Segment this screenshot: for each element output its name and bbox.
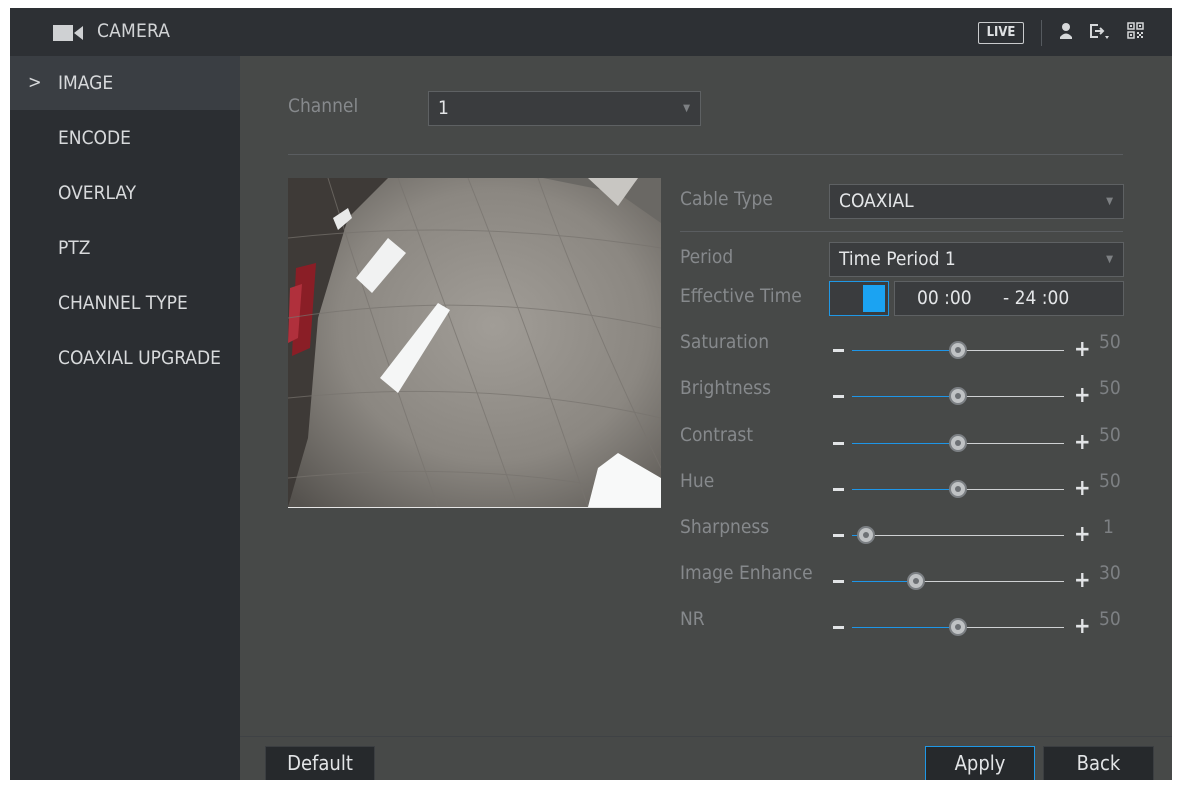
- camera-settings-window: CAMERA LIVE > IMAGE ENCODE OVERLAY PTZ C…: [10, 8, 1172, 780]
- sidebar-item-encode[interactable]: ENCODE: [10, 111, 240, 165]
- cable-type-value: COAXIAL: [839, 190, 914, 212]
- sidebar-item-coaxial-upgrade[interactable]: COAXIAL UPGRADE: [10, 331, 240, 385]
- sidebar-item-ptz[interactable]: PTZ: [10, 221, 240, 275]
- top-bar: CAMERA LIVE: [10, 8, 1172, 56]
- slider-value: 50: [1099, 608, 1121, 630]
- sidebar-item-label: COAXIAL UPGRADE: [58, 347, 221, 369]
- increase-button[interactable]: +: [1074, 616, 1091, 638]
- sidebar-item-label: CHANNEL TYPE: [58, 292, 188, 314]
- decrease-button[interactable]: [833, 488, 844, 491]
- cable-type-select[interactable]: COAXIAL ▼: [829, 184, 1124, 219]
- increase-button[interactable]: +: [1074, 432, 1091, 454]
- decrease-button[interactable]: [833, 626, 844, 629]
- effective-time-range[interactable]: 00 :00 - 24 :00: [894, 281, 1124, 316]
- slider-fill: [852, 350, 958, 351]
- divider: [680, 231, 1123, 232]
- sidebar-item-label: ENCODE: [58, 127, 131, 149]
- footer-divider: [240, 736, 1172, 737]
- period-label: Period: [680, 246, 734, 268]
- decrease-button[interactable]: [833, 534, 844, 537]
- decrease-button[interactable]: [833, 442, 844, 445]
- chevron-down-icon: ▼: [1106, 196, 1113, 207]
- qr-code-icon[interactable]: [1127, 22, 1144, 39]
- slider-label: Brightness: [680, 377, 772, 399]
- sidebar-item-label: IMAGE: [58, 72, 114, 94]
- camera-preview: [288, 178, 661, 507]
- sidebar-item-channel-type[interactable]: CHANNEL TYPE: [10, 276, 240, 330]
- slider-label: Contrast: [680, 424, 754, 446]
- toggle-knob: [863, 285, 885, 312]
- slider-track[interactable]: [852, 535, 1064, 536]
- slider-value: 50: [1099, 470, 1121, 492]
- increase-button[interactable]: +: [1074, 524, 1091, 546]
- default-button[interactable]: Default: [265, 746, 375, 780]
- effective-time-end[interactable]: - 24 :00: [1003, 282, 1069, 315]
- effective-time-label: Effective Time: [680, 285, 802, 307]
- slider-value: 30: [1099, 562, 1121, 584]
- channel-label: Channel: [288, 95, 359, 117]
- increase-button[interactable]: +: [1074, 339, 1091, 361]
- increase-button[interactable]: +: [1074, 478, 1091, 500]
- sidebar-item-label: OVERLAY: [58, 182, 137, 204]
- slider-value: 50: [1099, 331, 1121, 353]
- slider-thumb[interactable]: [949, 387, 967, 405]
- slider-fill: [852, 396, 958, 397]
- period-value: Time Period 1: [839, 248, 956, 270]
- apply-button[interactable]: Apply: [925, 746, 1035, 780]
- period-select[interactable]: Time Period 1 ▼: [829, 242, 1124, 277]
- cable-type-label: Cable Type: [680, 188, 773, 210]
- slider-thumb[interactable]: [949, 341, 967, 359]
- slider-fill: [852, 443, 958, 444]
- slider-fill: [852, 489, 958, 490]
- logout-icon[interactable]: [1089, 22, 1111, 42]
- effective-time-start[interactable]: 00 :00: [917, 282, 972, 315]
- channel-select[interactable]: 1 ▼: [428, 91, 701, 126]
- sidebar: > IMAGE ENCODE OVERLAY PTZ CHANNEL TYPE …: [10, 56, 240, 780]
- effective-time-toggle[interactable]: [829, 281, 889, 316]
- decrease-button[interactable]: [833, 349, 844, 352]
- divider: [288, 154, 1123, 155]
- main-panel: Channel 1 ▼ Cable Type COAXIAL ▼ Period …: [240, 56, 1172, 780]
- decrease-button[interactable]: [833, 580, 844, 583]
- slider-thumb[interactable]: [949, 480, 967, 498]
- camera-icon: [53, 25, 83, 41]
- slider-value: 50: [1099, 377, 1121, 399]
- chevron-down-icon: ▼: [1106, 254, 1113, 265]
- decrease-button[interactable]: [833, 395, 844, 398]
- page-title: CAMERA: [97, 20, 171, 42]
- chevron-down-icon: ▼: [683, 103, 690, 114]
- slider-thumb[interactable]: [906, 572, 925, 590]
- sidebar-item-image[interactable]: > IMAGE: [10, 56, 240, 110]
- header-divider: [1041, 20, 1042, 46]
- back-button[interactable]: Back: [1043, 746, 1154, 780]
- slider-thumb[interactable]: [949, 618, 967, 636]
- live-button[interactable]: LIVE: [978, 22, 1024, 44]
- preview-underline: [288, 507, 661, 508]
- increase-button[interactable]: +: [1074, 570, 1091, 592]
- slider-thumb[interactable]: [857, 526, 876, 544]
- slider-label: Saturation: [680, 331, 770, 353]
- slider-label: Hue: [680, 470, 715, 492]
- increase-button[interactable]: +: [1074, 385, 1091, 407]
- slider-thumb[interactable]: [949, 434, 967, 452]
- slider-track[interactable]: [852, 581, 1064, 582]
- sidebar-item-overlay[interactable]: OVERLAY: [10, 166, 240, 220]
- chevron-right-icon: >: [28, 72, 42, 93]
- slider-label: Image Enhance: [680, 562, 813, 584]
- sidebar-item-label: PTZ: [58, 237, 91, 259]
- user-icon[interactable]: [1059, 22, 1073, 40]
- slider-value: 50: [1099, 424, 1121, 446]
- channel-value: 1: [438, 97, 449, 119]
- slider-label: Sharpness: [680, 516, 770, 538]
- slider-value: 1: [1103, 516, 1114, 538]
- slider-label: NR: [680, 608, 705, 630]
- slider-fill: [852, 627, 958, 628]
